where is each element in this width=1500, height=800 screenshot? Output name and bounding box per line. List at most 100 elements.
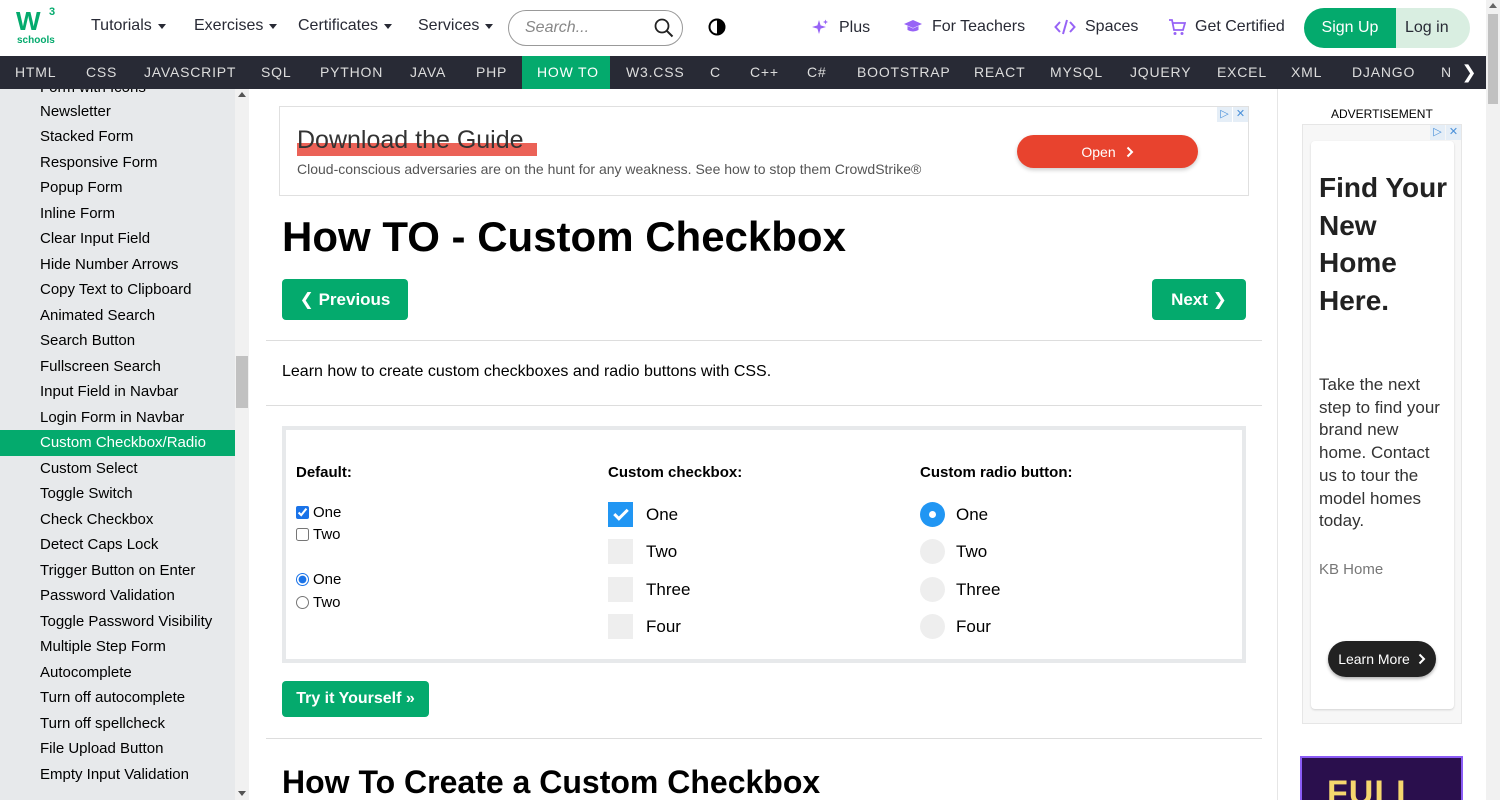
sidebar-item[interactable]: Toggle Password Visibility <box>0 609 235 635</box>
sidebar-item[interactable]: Copy Text to Clipboard <box>0 277 235 303</box>
custom-checkbox-one[interactable]: One <box>608 502 678 527</box>
sidebar-item[interactable]: Login Form in Navbar <box>0 405 235 431</box>
radio[interactable] <box>296 573 309 586</box>
sign-up-button[interactable]: Sign Up <box>1304 8 1396 48</box>
nav-html[interactable]: HTML <box>0 56 71 89</box>
sidebar-item-active[interactable]: Custom Checkbox/Radio <box>0 430 235 456</box>
try-it-yourself-button[interactable]: Try it Yourself » <box>282 681 429 717</box>
custom-checkbox-unchecked[interactable] <box>608 577 633 602</box>
learn-more-button[interactable]: Learn More <box>1328 641 1436 677</box>
sidebar-item[interactable]: Detect Caps Lock <box>0 532 235 558</box>
plus-link[interactable]: Plus <box>810 18 870 38</box>
previous-button[interactable]: ❮ Previous <box>282 279 408 320</box>
nav-jquery[interactable]: JQUERY <box>1115 56 1206 89</box>
nav-cpp[interactable]: C++ <box>735 56 794 89</box>
ad-choices[interactable]: ▷ ✕ <box>1216 107 1248 122</box>
nav-java[interactable]: JAVA <box>395 56 461 89</box>
sidebar-item[interactable]: Custom Select <box>0 456 235 482</box>
nav-react[interactable]: REACT <box>959 56 1040 89</box>
sidebar-scroll-thumb[interactable] <box>236 356 248 408</box>
ad-open-button[interactable]: Open <box>1017 135 1198 168</box>
sidebar-item[interactable]: Input Field in Navbar <box>0 379 235 405</box>
nav-mysql[interactable]: MYSQL <box>1035 56 1118 89</box>
nav-csharp[interactable]: C# <box>792 56 842 89</box>
promo-ad[interactable]: FULL <box>1300 756 1463 800</box>
sidebar-item[interactable]: Turn off autocomplete <box>0 685 235 711</box>
default-radio-two[interactable]: Two <box>296 594 341 611</box>
radio[interactable] <box>296 596 309 609</box>
menu-exercises[interactable]: Exercises <box>194 17 278 35</box>
sidebar-item[interactable]: Multiple Step Form <box>0 634 235 660</box>
sidebar-item[interactable]: Toggle Switch <box>0 481 235 507</box>
custom-radio-unchecked[interactable] <box>920 614 945 639</box>
sidebar-item[interactable]: Inline Form <box>0 201 235 227</box>
search-icon[interactable] <box>654 18 674 38</box>
sidebar-item[interactable]: Trigger Button on Enter <box>0 558 235 584</box>
scroll-up-arrow-icon[interactable] <box>1489 3 1497 8</box>
nav-django[interactable]: DJANGO <box>1337 56 1430 89</box>
sidebar-item[interactable]: Turn off spellcheck <box>0 711 235 737</box>
sidebar-item[interactable]: Password Validation <box>0 583 235 609</box>
custom-radio-one[interactable]: One <box>920 502 988 527</box>
custom-radio-checked[interactable] <box>920 502 945 527</box>
nav-how-to[interactable]: HOW TO <box>522 56 610 89</box>
log-in-button[interactable]: Log in <box>1396 8 1470 48</box>
sidebar-item[interactable]: Fullscreen Search <box>0 354 235 380</box>
nav-c[interactable]: C <box>695 56 736 89</box>
sidebar-item[interactable]: File Upload Button <box>0 736 235 762</box>
custom-radio-unchecked[interactable] <box>920 539 945 564</box>
nav-python[interactable]: PYTHON <box>305 56 398 89</box>
for-teachers-link[interactable]: For Teachers <box>903 18 1025 36</box>
side-ad-choices[interactable]: ▷ ✕ <box>1429 125 1461 140</box>
nav-xml[interactable]: XML <box>1276 56 1337 89</box>
sidebar-item[interactable]: Search Button <box>0 328 235 354</box>
sidebar-item[interactable]: Empty Input Validation <box>0 762 235 788</box>
sidebar-item[interactable]: Check Checkbox <box>0 507 235 533</box>
sidebar-item[interactable]: Autocomplete <box>0 660 235 686</box>
custom-checkbox-unchecked[interactable] <box>608 614 633 639</box>
search-input[interactable] <box>525 19 645 37</box>
default-checkbox-two[interactable]: Two <box>296 526 341 543</box>
custom-radio-unchecked[interactable] <box>920 577 945 602</box>
custom-checkbox-unchecked[interactable] <box>608 539 633 564</box>
checkbox[interactable] <box>296 506 309 519</box>
ad-info-icon[interactable]: ▷ <box>1217 107 1232 122</box>
checkbox[interactable] <box>296 528 309 541</box>
default-checkbox-one[interactable]: One <box>296 504 341 521</box>
sidebar-item[interactable]: Clear Input Field <box>0 226 235 252</box>
nav-excel[interactable]: EXCEL <box>1202 56 1282 89</box>
nav-scroll-right-icon[interactable]: ❯ <box>1452 56 1486 89</box>
sidebar-item[interactable]: Stacked Form <box>0 124 235 150</box>
sidebar-item[interactable]: Animated Search <box>0 303 235 329</box>
ad-banner[interactable]: Download the Guide Cloud-conscious adver… <box>279 106 1249 196</box>
page-scrollbar[interactable] <box>1486 0 1500 800</box>
custom-checkbox-two[interactable]: Two <box>608 539 677 564</box>
nav-w3css[interactable]: W3.CSS <box>611 56 699 89</box>
nav-php[interactable]: PHP <box>461 56 522 89</box>
nav-sql[interactable]: SQL <box>246 56 306 89</box>
sidebar-item[interactable]: Newsletter <box>0 99 235 125</box>
sidebar-scrollbar[interactable] <box>235 89 249 800</box>
custom-checkbox-checked[interactable] <box>608 502 633 527</box>
w3schools-logo[interactable]: W 3 schools <box>16 6 60 50</box>
contrast-toggle-icon[interactable] <box>708 18 726 36</box>
sidebar-item[interactable]: Responsive Form <box>0 150 235 176</box>
ad-close-icon[interactable]: ✕ <box>1446 125 1461 140</box>
menu-certificates[interactable]: Certificates <box>298 17 393 35</box>
custom-radio-two[interactable]: Two <box>920 539 987 564</box>
ad-close-icon[interactable]: ✕ <box>1233 107 1248 122</box>
spaces-link[interactable]: Spaces <box>1054 18 1138 36</box>
custom-radio-three[interactable]: Three <box>920 577 1000 602</box>
next-button[interactable]: Next ❯ <box>1152 279 1246 320</box>
sidebar-item[interactable]: Hide Number Arrows <box>0 252 235 278</box>
custom-checkbox-three[interactable]: Three <box>608 577 690 602</box>
menu-services[interactable]: Services <box>418 17 494 35</box>
custom-radio-four[interactable]: Four <box>920 614 991 639</box>
nav-css[interactable]: CSS <box>71 56 132 89</box>
menu-tutorials[interactable]: Tutorials <box>91 17 166 35</box>
default-radio-one[interactable]: One <box>296 571 341 588</box>
sidebar-item[interactable]: Popup Form <box>0 175 235 201</box>
nav-bootstrap[interactable]: BOOTSTRAP <box>842 56 966 89</box>
get-certified-link[interactable]: Get Certified <box>1168 18 1285 36</box>
ad-info-icon[interactable]: ▷ <box>1430 125 1445 140</box>
